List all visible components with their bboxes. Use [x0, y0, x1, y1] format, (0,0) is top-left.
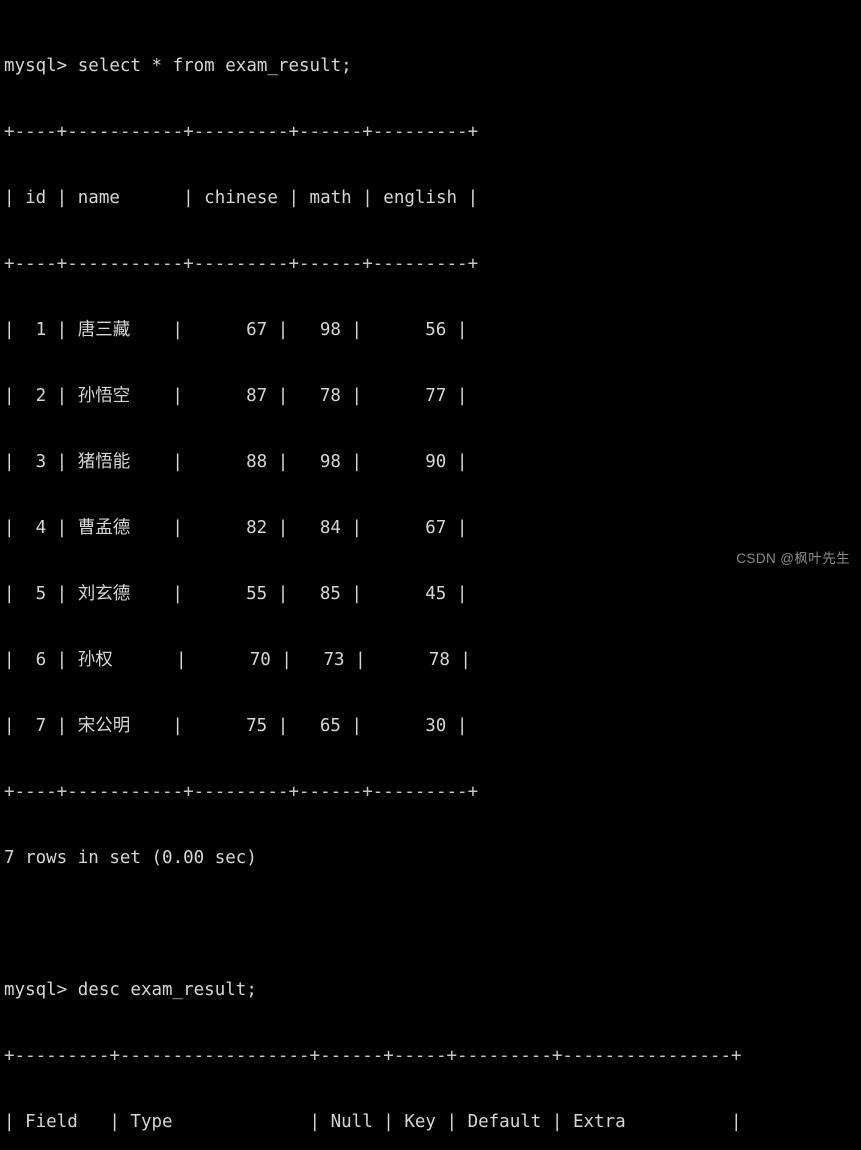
terminal-line-command-desc: mysql> desc exam_result;	[4, 980, 257, 1000]
terminal-line-select-top-border: +----+-----------+---------+------+-----…	[4, 122, 479, 142]
terminal-output-area[interactable]: mysql> select * from exam_result; +----+…	[4, 11, 861, 1150]
terminal-line-select-bottom-border: +----+-----------+---------+------+-----…	[4, 782, 479, 802]
terminal-line-select-header: | id | name | chinese | math | english |	[4, 188, 479, 208]
terminal-line-desc-header: | Field | Type | Null | Key | Default | …	[4, 1112, 742, 1132]
table-row: | 4 | 曹孟德 | 82 | 84 | 67 |	[4, 518, 468, 538]
table-row: | 7 | 宋公明 | 75 | 65 | 30 |	[4, 716, 468, 736]
terminal-line-select-header-border: +----+-----------+---------+------+-----…	[4, 254, 479, 274]
csdn-watermark: CSDN @枫叶先生	[736, 551, 850, 566]
terminal-window[interactable]: mysql> select * from exam_result; +----+…	[0, 0, 861, 1132]
table-row: | 2 | 孙悟空 | 87 | 78 | 77 |	[4, 386, 468, 406]
terminal-line-command-select: mysql> select * from exam_result;	[4, 56, 352, 76]
select-row-count-status: 7 rows in set (0.00 sec)	[4, 848, 257, 868]
table-row: | 3 | 猪悟能 | 88 | 98 | 90 |	[4, 452, 468, 472]
table-row: | 1 | 唐三藏 | 67 | 98 | 56 |	[4, 320, 468, 340]
table-row: | 5 | 刘玄德 | 55 | 85 | 45 |	[4, 584, 468, 604]
terminal-line-desc-top-border: +---------+------------------+------+---…	[4, 1046, 742, 1066]
table-row: | 6 | 孙权 | 70 | 73 | 78 |	[4, 650, 471, 670]
